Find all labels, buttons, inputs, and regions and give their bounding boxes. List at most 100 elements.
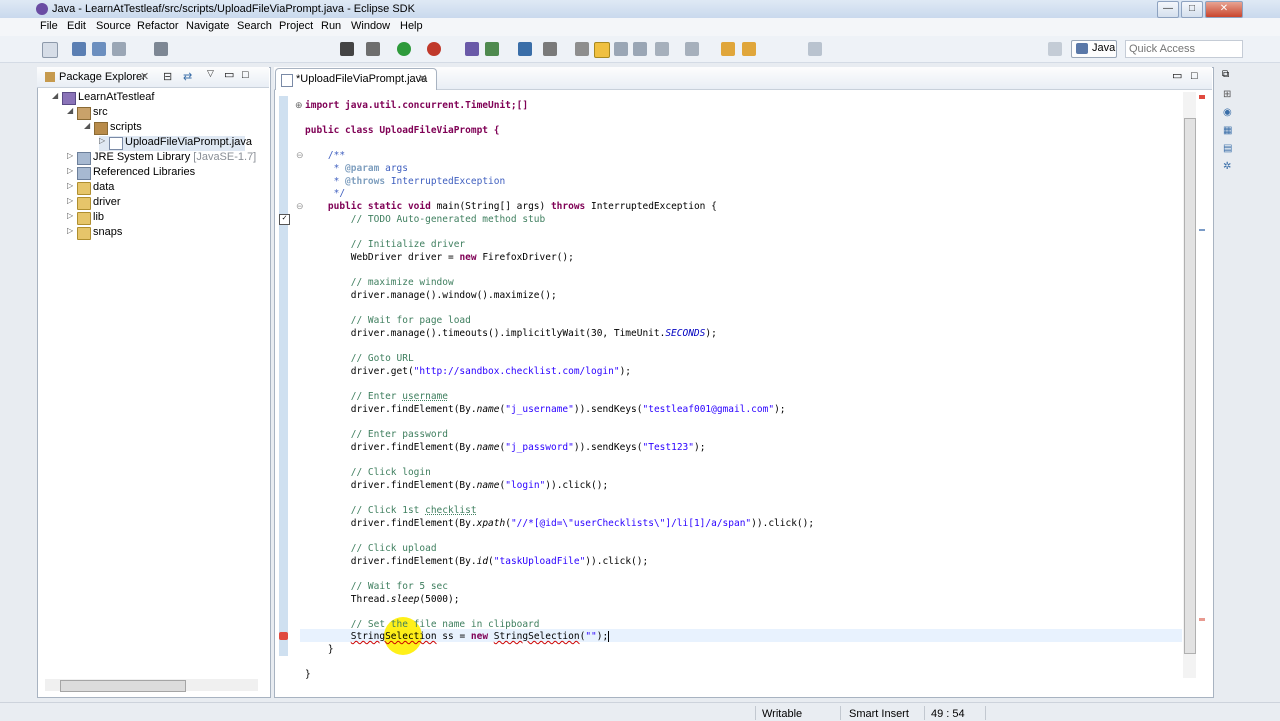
collapsed-arrow-icon[interactable]: ▷	[67, 151, 73, 160]
folder-icon	[77, 182, 91, 195]
menu-refactor[interactable]: Refactor	[137, 20, 179, 32]
status-separator	[755, 706, 756, 720]
overview-error-marker[interactable]	[1199, 618, 1205, 621]
link-with-editor-icon[interactable]: ⇄	[183, 70, 192, 83]
show-whitespace-icon[interactable]	[633, 42, 647, 56]
tree-label: snaps	[93, 226, 123, 238]
tree-item-java-file[interactable]: ▷ UploadFileViaPrompt.java	[99, 136, 252, 151]
outline-icon[interactable]: ⊞	[1223, 89, 1231, 100]
save-all-icon[interactable]	[92, 42, 106, 56]
collapsed-arrow-icon[interactable]: ▷	[67, 226, 73, 235]
code-line: driver.findElement(By.name("j_password")…	[305, 442, 706, 453]
task-list-icon[interactable]: ◉	[1223, 107, 1232, 118]
debug-icon[interactable]	[366, 42, 380, 56]
collapsed-arrow-icon[interactable]: ▷	[67, 196, 73, 205]
save-icon[interactable]	[72, 42, 86, 56]
minimize-view-icon[interactable]: ▭	[224, 68, 234, 81]
print-icon[interactable]	[112, 42, 126, 56]
status-cursor-position: 49 : 54	[931, 708, 965, 720]
next-annotation-icon[interactable]	[655, 42, 669, 56]
error-marker-icon[interactable]	[279, 632, 288, 640]
menu-source[interactable]: Source	[96, 20, 131, 32]
editor-minimize-icon[interactable]: ▭	[1172, 69, 1182, 82]
collapsed-arrow-icon[interactable]: ▷	[67, 211, 73, 220]
new-icon[interactable]	[42, 42, 58, 58]
code-line: driver.findElement(By.name("login")).cli…	[305, 480, 609, 491]
expanded-arrow-icon[interactable]: ◢	[84, 121, 90, 130]
code-line: // Set the file name in clipboard	[305, 619, 540, 630]
code-editor[interactable]: import java.util.concurrent.TimeUnit;[] …	[290, 96, 1180, 680]
tree-label: JRE System Library	[93, 151, 191, 163]
maximize-view-icon[interactable]: □	[242, 69, 249, 81]
project-icon	[62, 92, 76, 105]
quick-diff-ruler	[279, 96, 288, 656]
code-line: driver.findElement(By.name("j_username")…	[305, 404, 786, 415]
menu-search[interactable]: Search	[237, 20, 272, 32]
java-file-icon	[109, 137, 123, 150]
back-icon[interactable]	[721, 42, 735, 56]
menu-edit[interactable]: Edit	[67, 20, 86, 32]
code-line: // Wait for page load	[305, 315, 471, 326]
hscroll-thumb[interactable]	[60, 680, 186, 692]
console-icon[interactable]: ▤	[1223, 143, 1232, 154]
package-explorer-tab[interactable]: Package Explorer	[59, 71, 146, 83]
pin-editor-icon[interactable]	[808, 42, 822, 56]
build-icon[interactable]	[154, 42, 168, 56]
close-button[interactable]: ✕	[1205, 1, 1243, 18]
collapsed-arrow-icon[interactable]: ▷	[67, 181, 73, 190]
task-marker-icon[interactable]: ✓	[279, 214, 290, 225]
tree-label: UploadFileViaPrompt.java	[125, 136, 252, 148]
forward-icon[interactable]	[742, 42, 756, 56]
code-line: // TODO Auto-generated method stub	[305, 214, 546, 225]
editor-tab[interactable]: *UploadFileViaPrompt.java ✕	[275, 68, 437, 90]
expanded-arrow-icon[interactable]: ◢	[52, 91, 58, 100]
toggle-block-selection-icon[interactable]	[614, 42, 628, 56]
expanded-arrow-icon[interactable]: ◢	[67, 106, 73, 115]
package-explorer-tabbar: Package Explorer ✕ ⊟ ⇄ ▽ ▭ □	[37, 67, 269, 88]
search-icon[interactable]	[575, 42, 589, 56]
open-perspective-icon[interactable]	[1048, 42, 1062, 56]
new-java-project-icon[interactable]	[465, 42, 479, 56]
status-bar: Writable Smart Insert 49 : 54	[0, 702, 1280, 721]
prev-annotation-icon[interactable]	[685, 42, 699, 56]
toggle-mark-occurrences-icon[interactable]	[594, 42, 610, 58]
open-type-icon[interactable]	[543, 42, 557, 56]
quick-access-input[interactable]	[1126, 41, 1242, 57]
menu-run[interactable]: Run	[321, 20, 341, 32]
overview-error-marker[interactable]	[1199, 95, 1205, 99]
view-menu-icon[interactable]: ▽	[207, 68, 214, 79]
menu-project[interactable]: Project	[279, 20, 313, 32]
editor-maximize-icon[interactable]: □	[1191, 70, 1198, 82]
code-line: }	[305, 644, 334, 655]
run-icon[interactable]	[397, 42, 411, 56]
folder-icon	[77, 212, 91, 225]
window-title: Java - LearnAtTestleaf/src/scripts/Uploa…	[52, 3, 415, 15]
menu-navigate[interactable]: Navigate	[186, 20, 229, 32]
overview-task-marker[interactable]	[1199, 229, 1205, 231]
menu-window[interactable]: Window	[351, 20, 390, 32]
skip-breakpoints-icon[interactable]	[340, 42, 354, 56]
menu-help[interactable]: Help	[400, 20, 423, 32]
code-line: // Wait for 5 sec	[305, 581, 448, 592]
code-line: */	[305, 188, 346, 199]
quick-access-box[interactable]	[1125, 40, 1243, 58]
java-perspective-button[interactable]: Java	[1071, 40, 1117, 58]
restore-icon[interactable]: ⧉	[1222, 69, 1229, 80]
collapse-all-icon[interactable]: ⊟	[163, 70, 172, 83]
menu-file[interactable]: File	[40, 20, 58, 32]
declaration-icon[interactable]: ✲	[1223, 161, 1231, 172]
problems-icon[interactable]: ▦	[1223, 125, 1232, 136]
close-tab-icon[interactable]: ✕	[418, 72, 427, 85]
vscroll-thumb[interactable]	[1184, 118, 1196, 654]
external-tools-icon[interactable]	[427, 42, 441, 56]
collapsed-arrow-icon[interactable]: ▷	[99, 136, 105, 145]
close-view-icon[interactable]: ✕	[140, 70, 149, 83]
library-icon	[77, 152, 91, 165]
text-caret	[608, 631, 610, 642]
status-insert-mode: Smart Insert	[849, 708, 909, 720]
collapsed-arrow-icon[interactable]: ▷	[67, 166, 73, 175]
new-package-icon[interactable]	[485, 42, 499, 56]
new-class-icon[interactable]	[518, 42, 532, 56]
minimize-button[interactable]: —	[1157, 1, 1179, 18]
maximize-button[interactable]: □	[1181, 1, 1203, 18]
